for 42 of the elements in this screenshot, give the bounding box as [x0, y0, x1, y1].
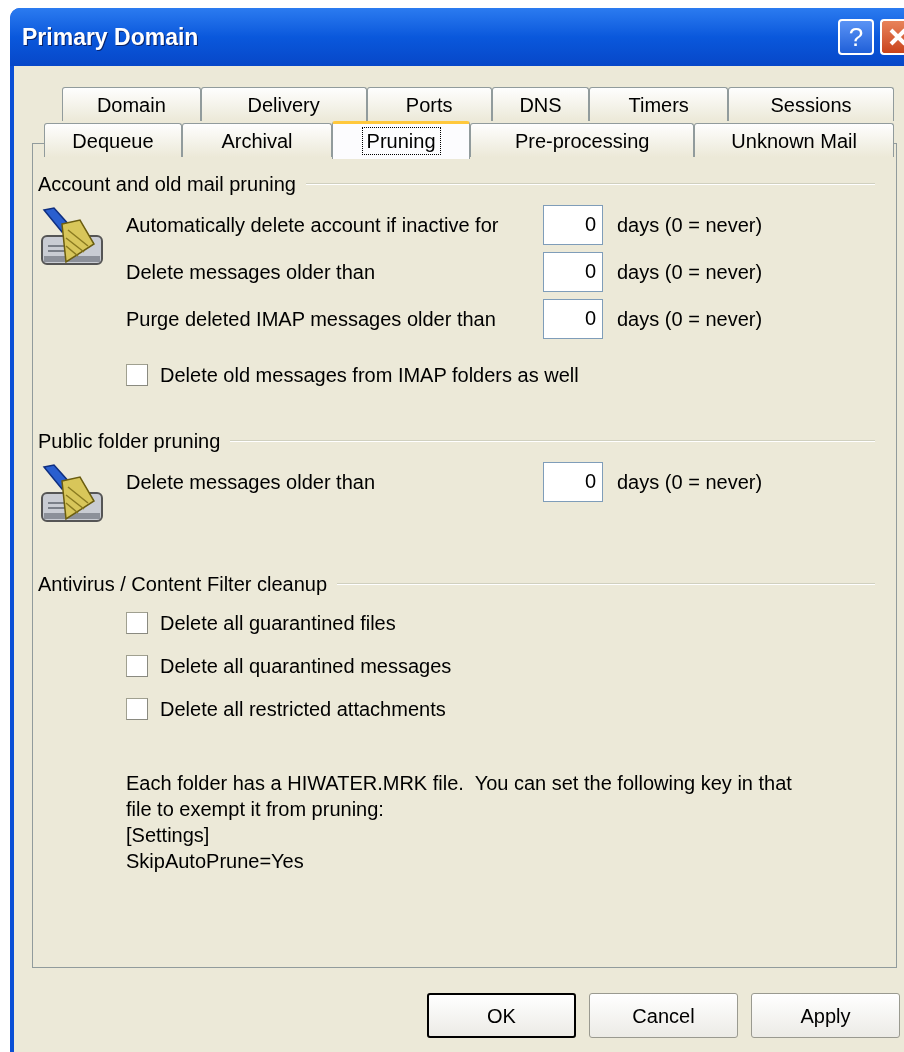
close-icon — [887, 26, 904, 48]
checkbox-label: Delete all quarantined messages — [160, 653, 452, 679]
tab[interactable]: Sessions — [728, 87, 894, 121]
dialog-button[interactable]: Apply — [751, 993, 900, 1038]
help-button[interactable]: ? — [838, 19, 874, 55]
days-field[interactable]: 0 — [543, 461, 603, 502]
days-field[interactable]: 0 — [543, 298, 603, 339]
checkbox[interactable] — [126, 611, 148, 634]
field-label: Automatically delete account if inactive for — [126, 212, 500, 238]
checkbox-label: Delete old messages from IMAP folders as well — [160, 363, 579, 388]
checkbox-label: Delete all guarantined files — [160, 610, 396, 636]
dialog-button[interactable]: OK — [427, 993, 576, 1038]
unit-label: days (0 = never) — [617, 306, 763, 332]
days-field[interactable]: 0 — [543, 204, 603, 245]
tab[interactable]: Ports — [366, 87, 492, 121]
checkbox[interactable] — [126, 697, 148, 720]
unit-label: days (0 = never) — [617, 212, 763, 238]
tab[interactable]: DNS — [491, 87, 590, 121]
checkbox[interactable] — [126, 364, 148, 386]
tab[interactable]: Delivery — [200, 87, 367, 121]
section-title: Antivirus / Content Filter cleanup — [38, 572, 328, 597]
tab[interactable]: Archival — [181, 123, 333, 157]
dialog-button[interactable]: Cancel — [589, 993, 738, 1038]
checkbox[interactable] — [126, 654, 148, 677]
section-title: Public folder pruning — [38, 429, 221, 454]
checkbox-label: Delete all restricted attachments — [160, 696, 446, 722]
field-label: Delete messages older than — [126, 259, 377, 285]
tab[interactable]: Timers — [589, 87, 728, 121]
section-title: Account and old mail pruning — [38, 172, 296, 197]
tab[interactable]: Pre-processing — [470, 123, 695, 157]
note-text: Each folder has a HIWATER.MRK file. You can set the following key in that file to exempt it from pruning: [Settings] SkipAutoPrune=Yes — [126, 771, 792, 874]
tab[interactable]: Dequeue — [44, 123, 182, 157]
field-label: Purge deleted IMAP messages older than — [126, 306, 497, 332]
tab[interactable]: Domain — [62, 87, 201, 121]
unit-label: days (0 = never) — [617, 469, 763, 495]
window-title: Primary Domain — [22, 22, 200, 52]
tab[interactable]: Pruning — [332, 121, 470, 159]
field-label: Delete messages older than — [126, 469, 377, 495]
unit-label: days (0 = never) — [617, 259, 763, 285]
days-field[interactable]: 0 — [543, 251, 603, 292]
tab[interactable]: Unknown Mail — [694, 123, 894, 157]
close-button[interactable] — [880, 19, 904, 55]
